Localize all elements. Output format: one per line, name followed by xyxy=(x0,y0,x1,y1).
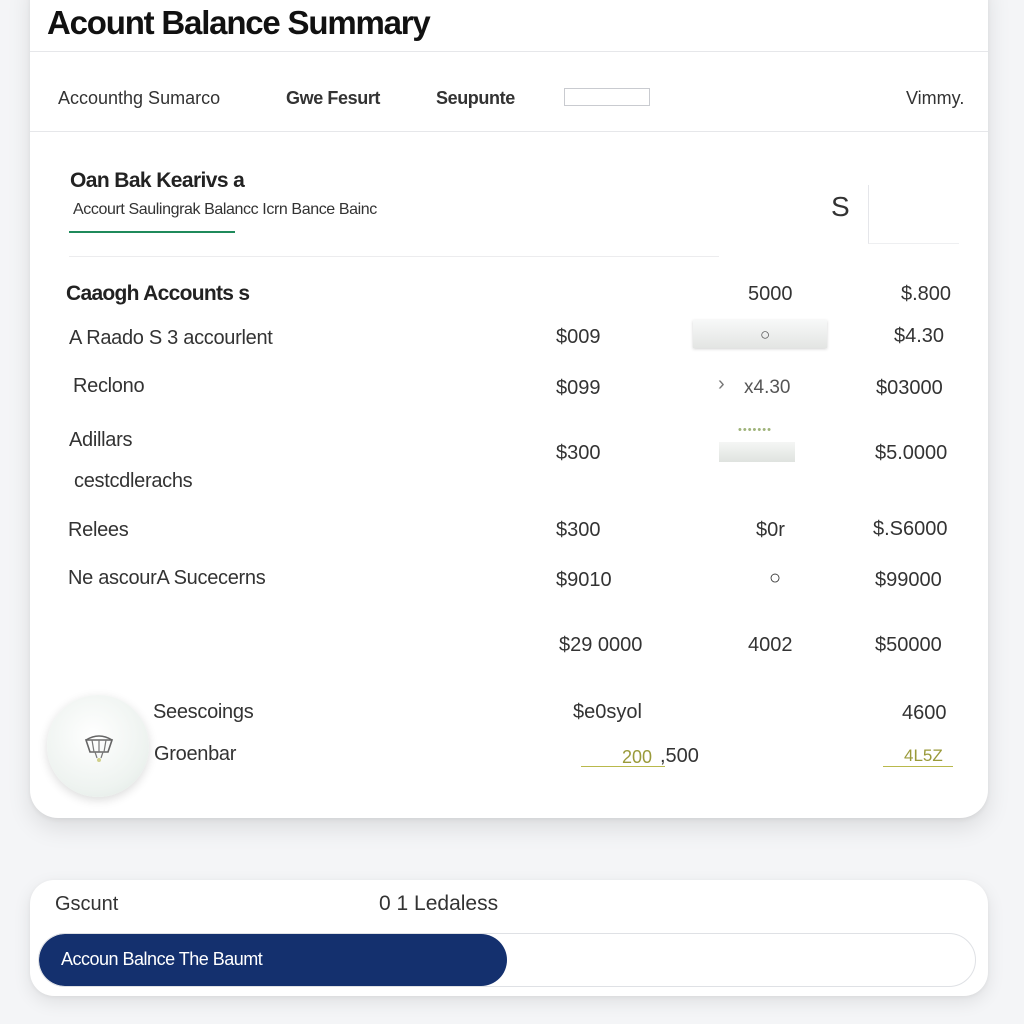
tabs-divider xyxy=(30,131,988,132)
row-total: $5.0000 xyxy=(875,442,948,464)
header-value-2: $.800 xyxy=(901,283,952,305)
footer-label: Groenbar xyxy=(154,743,237,765)
mini-bar xyxy=(719,442,795,462)
total-value: $29 0000 xyxy=(559,634,643,656)
row-value: $009 xyxy=(556,326,601,348)
footer-label: Seescoings xyxy=(153,701,254,723)
section-title: Oan Bak Kearivs a xyxy=(70,169,245,192)
account-summary-card: Acount Balance Summary Accounthg Sumarco… xyxy=(30,0,988,818)
progress-bar-label: Accoun Balnce The Baumt xyxy=(61,949,263,969)
balance-progress-card: Gscunt 0 1 Ledaless Accoun Balnce The Ba… xyxy=(30,880,988,996)
total-change: 4002 xyxy=(748,634,793,656)
row-value: $300 xyxy=(556,519,601,541)
row-label: Reclono xyxy=(73,375,145,397)
header-value-1: 5000 xyxy=(748,283,793,305)
row-total: $99000 xyxy=(875,569,942,591)
tab-search-box[interactable] xyxy=(564,88,650,106)
section-subtitle: Accourt Saulingrak Balancc Icrn Bance Ba… xyxy=(73,201,377,218)
row-change: x4.30 xyxy=(744,377,791,398)
footer-total: 4600 xyxy=(902,702,947,724)
circle-toggle-icon[interactable]: ○ xyxy=(760,325,770,345)
footer-value: $e0syol xyxy=(573,701,642,723)
header-divider xyxy=(30,51,988,52)
row-label-secondary: cestcdlerachs xyxy=(74,470,193,492)
row-total: $4.30 xyxy=(894,325,945,347)
row-label: A Raado S 3 accourlent xyxy=(69,327,273,349)
footer-value-a: 200 xyxy=(622,747,653,767)
side-panel xyxy=(868,185,959,244)
tab-sequence[interactable]: Seupunte xyxy=(436,88,515,109)
status-indicator-icon: ○ xyxy=(769,567,782,589)
progress-dots: ••••••• xyxy=(738,424,772,436)
row-value: $099 xyxy=(556,377,601,399)
group-title: Caaogh Accounts s xyxy=(66,282,250,305)
total-amount: $50000 xyxy=(875,634,942,656)
row-value: $9010 xyxy=(556,569,612,591)
basket-icon xyxy=(84,735,114,762)
progress-value: 0 1 Ledaless xyxy=(379,892,499,915)
row-label: Adillars xyxy=(69,429,133,451)
tab-feature[interactable]: Gwe Fesurt xyxy=(286,88,380,109)
chevron-right-icon[interactable]: › xyxy=(718,373,725,396)
page-title: Acount Balance Summary xyxy=(47,4,431,41)
section-divider xyxy=(69,256,719,257)
side-symbol: S xyxy=(831,191,850,222)
footer-total: 4L5Z xyxy=(904,746,943,765)
row-total: $.S6000 xyxy=(873,518,948,540)
row-value: $300 xyxy=(556,442,601,464)
row-label: Relees xyxy=(68,519,129,541)
tab-accounting-summary[interactable]: Accounthg Sumarco xyxy=(58,88,220,109)
progress-bar[interactable]: Accoun Balnce The Baumt xyxy=(38,933,976,987)
footer-value-b: ,500 xyxy=(660,745,699,767)
tab-view[interactable]: Vimmy. xyxy=(906,88,964,109)
savings-badge[interactable] xyxy=(47,695,149,797)
progress-fill: Accoun Balnce The Baumt xyxy=(39,934,507,986)
row-total: $03000 xyxy=(876,377,943,399)
row-change: $0r xyxy=(756,519,785,541)
underline xyxy=(883,766,953,767)
active-underline xyxy=(69,231,235,233)
row-label: Ne ascourA Sucecerns xyxy=(68,567,266,589)
progress-label: Gscunt xyxy=(55,893,119,915)
